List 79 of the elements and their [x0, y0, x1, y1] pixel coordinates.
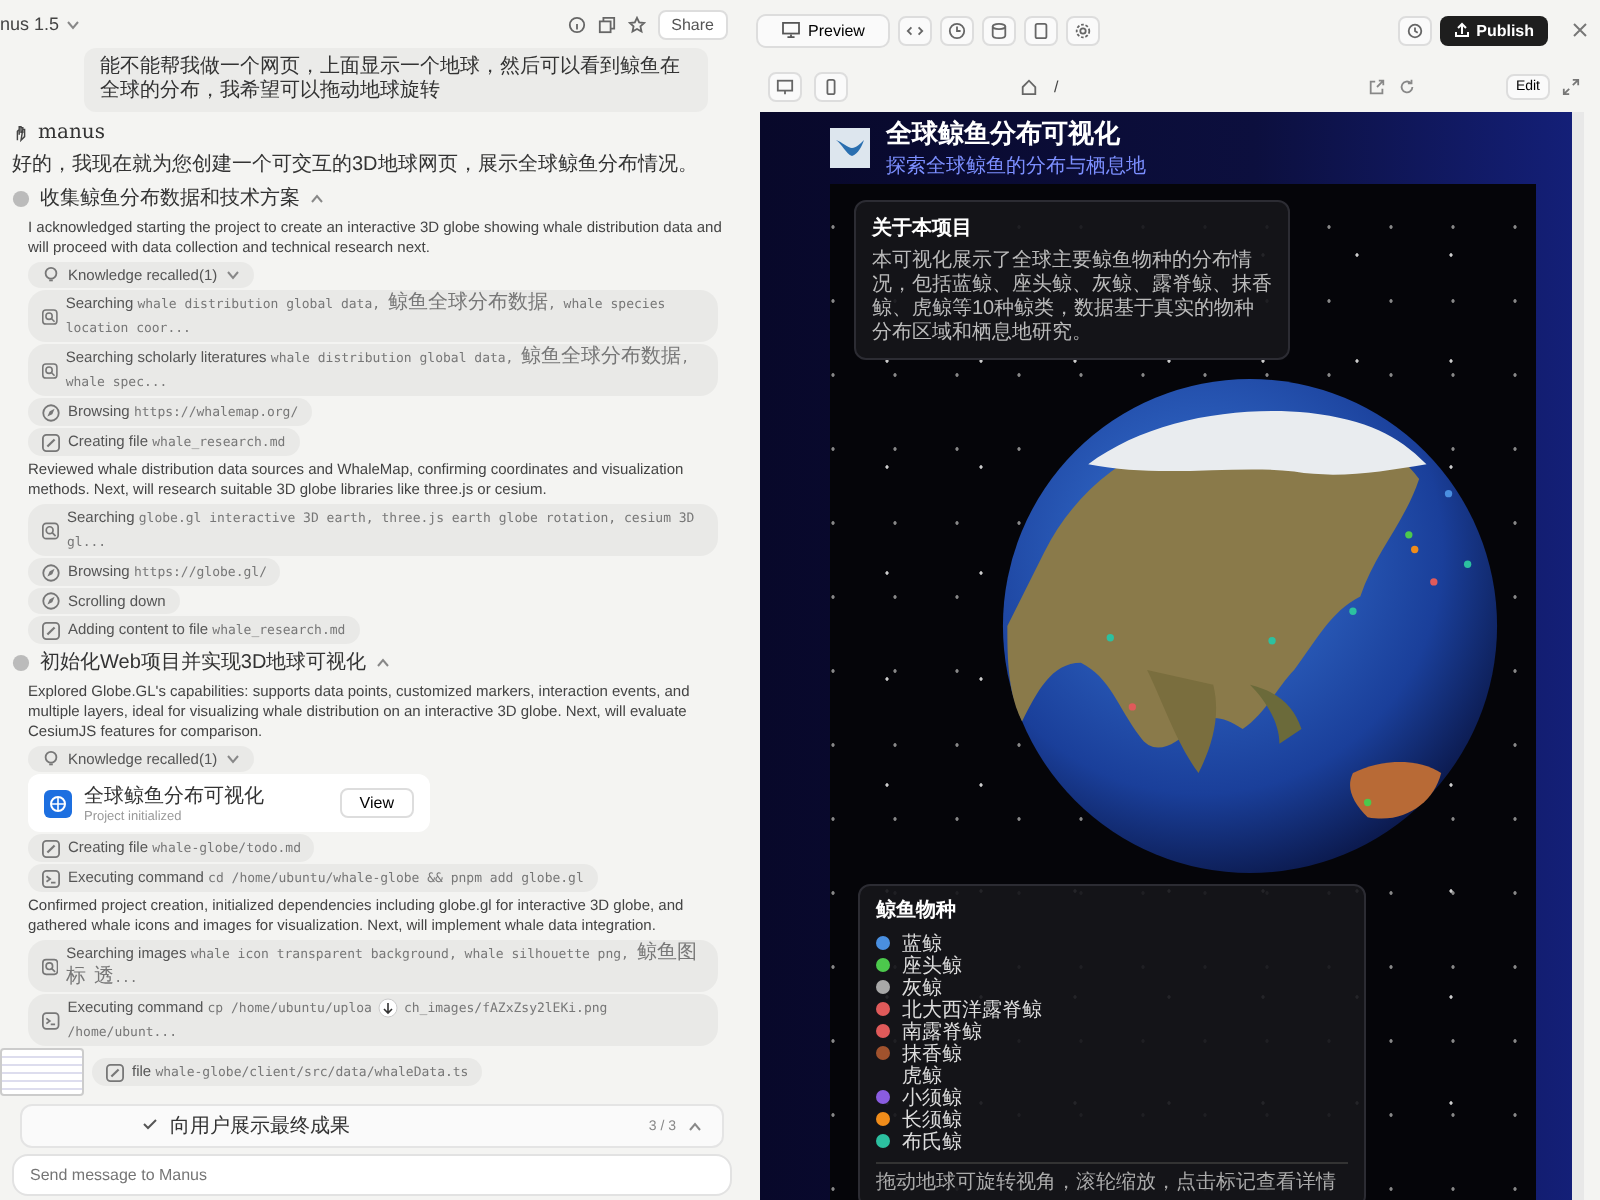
preview-tab[interactable]: Preview [756, 13, 891, 47]
whale-logo-icon [830, 128, 870, 168]
globe-drawing[interactable] [1000, 376, 1500, 876]
status-icon [12, 653, 30, 671]
globe-canvas[interactable]: 关于本项目 本可视化展示了全球主要鲸鱼物种的分布情况，包括蓝鲸、座头鲸、灰鲸、露脊鲸、抹香鲸、虎鲸等10种鲸类，数据基于真实的物种分布区域和栖息地研究。 鲸鱼物种 蓝鲸 座头鲸 灰鲸 北大西洋露脊鲸 南露脊鲸 抹香鲸 虎鲸 小须鲸 长须鲸 布氏鲸 拖动地球可旋转视角，滚轮缩放，点击标记查看详情 [830, 184, 1536, 1200]
close-icon[interactable] [1572, 22, 1588, 38]
caret-icon [225, 754, 240, 764]
step-title: 收集鲸鱼分布数据和技术方案 [40, 185, 300, 212]
step-title: 初始化Web项目并实现3D地球可视化 [40, 649, 367, 676]
species-name: 灰鲸 [902, 974, 942, 999]
legend-title: 鲸鱼物种 [876, 897, 958, 924]
species-name: 长须鲸 [902, 1107, 962, 1131]
pencil-icon [106, 1063, 124, 1081]
settings-icon[interactable] [1066, 15, 1101, 45]
clock-icon[interactable] [940, 15, 975, 45]
code-icon[interactable] [898, 15, 933, 45]
info-icon[interactable] [567, 15, 586, 33]
external-link-icon[interactable] [1368, 77, 1387, 95]
desktop-view-icon[interactable] [768, 71, 802, 101]
species-name: 布氏鲸 [902, 1129, 962, 1155]
compass-icon [42, 563, 60, 581]
database-icon[interactable] [982, 15, 1017, 45]
terminal-icon [42, 1011, 60, 1029]
model-selector[interactable]: nus 1.5 [0, 14, 80, 34]
pencil-icon [42, 621, 60, 639]
species-name: 座头鲸 [902, 952, 962, 977]
caret-icon [225, 270, 240, 280]
about-title: 关于本项目 [872, 215, 974, 242]
hand-logo-icon [12, 124, 30, 142]
compass-icon [42, 403, 60, 421]
star-icon[interactable] [627, 15, 646, 33]
address-path[interactable]: / [1054, 77, 1059, 95]
terminal-icon [42, 869, 60, 887]
species-name: 南露脊鲸 [902, 1018, 982, 1043]
about-text: 本可视化展示了全球主要鲸鱼物种的分布情况，包括蓝鲸、座头鲸、灰鲸、露脊鲸、抹香鲸、虎鲸等10种鲸类，数据基于真实的物种分布区域和栖息地研究。 [872, 250, 1272, 346]
copy-icon[interactable] [597, 15, 616, 33]
document-icon[interactable] [1024, 15, 1059, 45]
scroll-down-icon[interactable] [377, 998, 398, 1019]
caret-icon [688, 1121, 702, 1131]
globe-app-icon [44, 789, 72, 817]
expand-icon[interactable] [1562, 77, 1580, 95]
search-icon [42, 307, 58, 325]
share-button[interactable]: Share [657, 9, 728, 39]
assistant-reply: 好的，我现在就为您创建一个可交互的3D地球网页，展示全球鲸鱼分布情况。 [12, 151, 700, 178]
search-icon [42, 521, 59, 539]
mobile-view-icon[interactable] [814, 71, 848, 101]
screenshot-thumbnail[interactable] [0, 1048, 84, 1096]
assistant-name: manus [38, 122, 105, 144]
project-title: 全球鲸鱼分布可视化 [84, 783, 266, 810]
species-name: 蓝鲸 [902, 931, 942, 955]
caret-icon [310, 193, 324, 203]
refresh-icon[interactable] [1398, 77, 1417, 95]
status-icon [12, 189, 30, 207]
user-message: 能不能帮我做一个网页，上面显示一个地球，然后可以看到鲸鱼在全球的分布，我希望可以拖动地球旋转 [84, 48, 708, 112]
species-name: 抹香鲸 [902, 1040, 962, 1065]
search-icon [42, 361, 58, 379]
publish-button[interactable]: Publish [1440, 15, 1548, 45]
legend-hint: 拖动地球可旋转视角，滚轮缩放，点击标记查看详情 [876, 1162, 1348, 1196]
task-label: 向用户展示最终成果 [170, 1113, 352, 1140]
upload-icon [1454, 22, 1471, 38]
message-input[interactable]: Send message to Manus [12, 1154, 732, 1196]
compass-icon [42, 592, 60, 610]
caret-icon [65, 19, 80, 29]
page-subtitle: 探索全球鲸鱼的分布与栖息地 [886, 153, 1146, 180]
home-icon[interactable] [1020, 77, 1038, 95]
history-icon[interactable] [1398, 15, 1433, 45]
page-title: 全球鲸鱼分布可视化 [886, 116, 1122, 152]
species-name: 虎鲸 [902, 1063, 942, 1087]
species-name: 小须鲸 [902, 1085, 962, 1109]
monitor-icon [782, 22, 800, 38]
view-button[interactable]: View [339, 788, 414, 818]
lightbulb-icon [42, 750, 60, 768]
lightbulb-icon [42, 266, 60, 284]
caret-icon [376, 657, 391, 667]
search-icon [42, 957, 59, 975]
check-icon [142, 1116, 158, 1132]
pencil-icon [42, 433, 60, 451]
species-name: 北大西洋露脊鲸 [902, 996, 1042, 1021]
pencil-icon [42, 839, 60, 857]
